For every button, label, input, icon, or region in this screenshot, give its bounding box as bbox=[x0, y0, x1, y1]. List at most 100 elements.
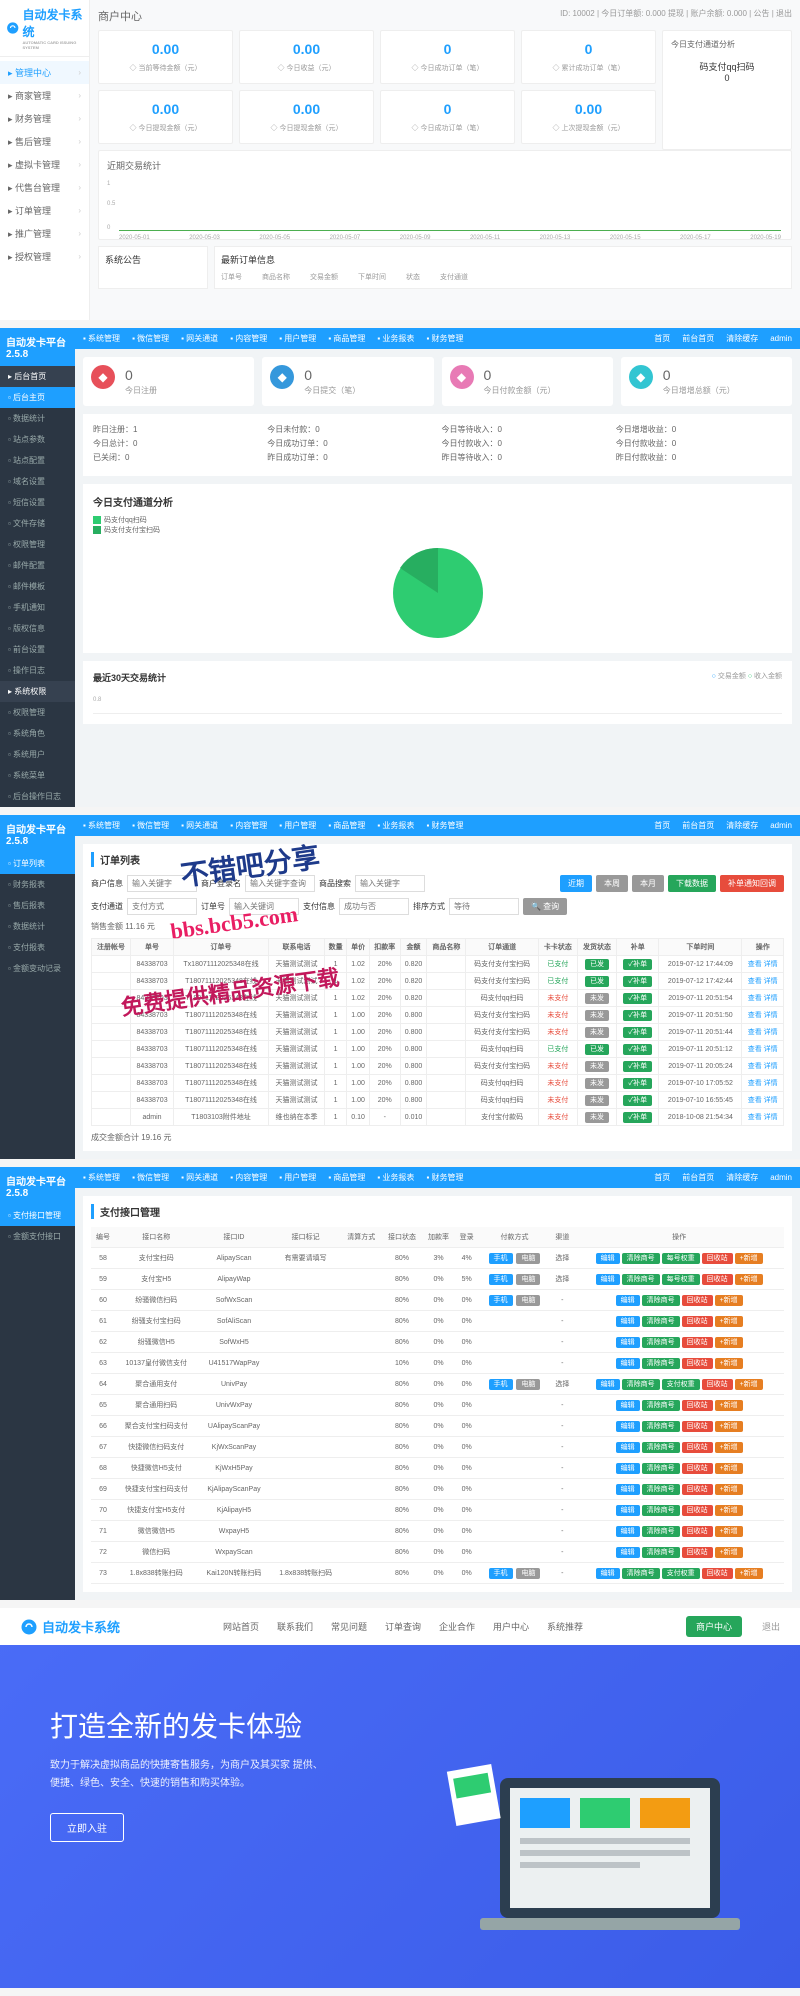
sidebar-item[interactable]: ▫ 邮件配置 bbox=[0, 555, 75, 576]
topnav-right-item[interactable]: admin bbox=[770, 1173, 792, 1182]
filter-input[interactable] bbox=[449, 898, 519, 915]
action-button[interactable]: 清除商号 bbox=[642, 1337, 680, 1348]
sidebar-item[interactable]: ▫ 后台操作日志 bbox=[0, 786, 75, 807]
sidebar-item[interactable]: ▫ 短信设置 bbox=[0, 492, 75, 513]
sidebar-item[interactable]: ▫ 数据统计 bbox=[0, 408, 75, 429]
action-button[interactable]: 每号权重 bbox=[662, 1274, 700, 1285]
topnav-right-item[interactable]: 首页 bbox=[654, 333, 670, 344]
cta-button[interactable]: 立即入驻 bbox=[50, 1813, 124, 1842]
action-button[interactable]: +新增 bbox=[715, 1295, 743, 1306]
sidebar-item[interactable]: ▫ 系统角色 bbox=[0, 723, 75, 744]
sidebar-item[interactable]: ▫ 前台设置 bbox=[0, 639, 75, 660]
action-button[interactable]: 清除商号 bbox=[642, 1295, 680, 1306]
action-button[interactable]: 清除商号 bbox=[642, 1505, 680, 1516]
action-button[interactable]: 回收站 bbox=[702, 1379, 733, 1390]
action-button[interactable]: 编辑 bbox=[616, 1526, 640, 1537]
action-button[interactable]: 回收站 bbox=[682, 1358, 713, 1369]
action-button[interactable]: 清除商号 bbox=[642, 1547, 680, 1558]
topnav-item[interactable]: ▪ 系统管理 bbox=[83, 333, 120, 344]
action-button[interactable]: 清除商号 bbox=[622, 1568, 660, 1579]
action-button[interactable]: 编辑 bbox=[616, 1421, 640, 1432]
search-button[interactable]: 🔍 查询 bbox=[523, 898, 567, 915]
topnav-item[interactable]: ▪ 内容管理 bbox=[230, 820, 267, 831]
filter-button[interactable]: 近期 bbox=[560, 875, 592, 892]
filter-button[interactable]: 本周 bbox=[596, 875, 628, 892]
topnav-right-item[interactable]: 清除缓存 bbox=[726, 820, 758, 831]
action-button[interactable]: 编辑 bbox=[616, 1337, 640, 1348]
filter-input[interactable] bbox=[127, 898, 197, 915]
topnav-item[interactable]: ▪ 财务管理 bbox=[426, 820, 463, 831]
topnav-item[interactable]: ▪ 用户管理 bbox=[279, 1172, 316, 1183]
topnav-item[interactable]: ▪ 商品管理 bbox=[328, 333, 365, 344]
action-button[interactable]: 编辑 bbox=[616, 1400, 640, 1411]
sidebar-item[interactable]: ▫ 站点参数 bbox=[0, 429, 75, 450]
sidebar-item[interactable]: ▸ 管理中心› bbox=[0, 61, 89, 84]
sidebar-item[interactable]: ▫ 支付接口管理 bbox=[0, 1205, 75, 1226]
topnav-item[interactable]: ▪ 网关通道 bbox=[181, 820, 218, 831]
action-button[interactable]: 编辑 bbox=[616, 1442, 640, 1453]
action-button[interactable]: 回收站 bbox=[682, 1421, 713, 1432]
topnav-right-item[interactable]: 前台首页 bbox=[682, 1172, 714, 1183]
sidebar-item[interactable]: ▸ 售后管理› bbox=[0, 130, 89, 153]
action-button[interactable]: 回收站 bbox=[702, 1568, 733, 1579]
sidebar-item[interactable]: ▫ 财务报表 bbox=[0, 874, 75, 895]
action-button[interactable]: 回收站 bbox=[682, 1547, 713, 1558]
action-button[interactable]: +新增 bbox=[735, 1568, 763, 1579]
action-button[interactable]: 回收站 bbox=[682, 1442, 713, 1453]
action-button[interactable]: 编辑 bbox=[616, 1463, 640, 1474]
action-button[interactable]: 编辑 bbox=[616, 1484, 640, 1495]
action-button[interactable]: 回收站 bbox=[682, 1316, 713, 1327]
topnav-right-item[interactable]: 清除缓存 bbox=[726, 1172, 758, 1183]
topnav-item[interactable]: ▪ 微信管理 bbox=[132, 820, 169, 831]
topnav-item[interactable]: ▪ 用户管理 bbox=[279, 333, 316, 344]
nav-link[interactable]: 系统推荐 bbox=[547, 1620, 583, 1633]
action-button[interactable]: +新增 bbox=[715, 1547, 743, 1558]
action-button[interactable]: 编辑 bbox=[596, 1568, 620, 1579]
topnav-right-item[interactable]: admin bbox=[770, 821, 792, 830]
sidebar-item[interactable]: ▫ 权限管理 bbox=[0, 534, 75, 555]
action-button[interactable]: 回收站 bbox=[682, 1526, 713, 1537]
nav-link[interactable]: 订单查询 bbox=[385, 1620, 421, 1633]
sidebar-item[interactable]: ▫ 文件存储 bbox=[0, 513, 75, 534]
merchant-center-button[interactable]: 商户中心 bbox=[686, 1616, 742, 1637]
action-button[interactable]: +新增 bbox=[715, 1400, 743, 1411]
action-button[interactable]: 编辑 bbox=[596, 1379, 620, 1390]
sidebar-group[interactable]: ▸ 系统权限 bbox=[0, 681, 75, 702]
filter-input[interactable] bbox=[339, 898, 409, 915]
action-button[interactable]: 支付权重 bbox=[662, 1379, 700, 1390]
filter-input[interactable] bbox=[127, 875, 197, 892]
sidebar-item[interactable]: ▸ 授权管理› bbox=[0, 245, 89, 268]
action-button[interactable]: +新增 bbox=[715, 1463, 743, 1474]
action-button[interactable]: 编辑 bbox=[616, 1505, 640, 1516]
sidebar-item[interactable]: ▫ 手机通知 bbox=[0, 597, 75, 618]
topnav-item[interactable]: ▪ 财务管理 bbox=[426, 333, 463, 344]
topnav-right-item[interactable]: 前台首页 bbox=[682, 820, 714, 831]
sidebar-item[interactable]: ▫ 邮件模板 bbox=[0, 576, 75, 597]
topnav-item[interactable]: ▪ 网关通道 bbox=[181, 333, 218, 344]
action-button[interactable]: 清除商号 bbox=[642, 1316, 680, 1327]
sidebar-item[interactable]: ▫ 后台主页 bbox=[0, 387, 75, 408]
action-button[interactable]: 回收站 bbox=[682, 1295, 713, 1306]
topnav-item[interactable]: ▪ 商品管理 bbox=[328, 820, 365, 831]
filter-input[interactable] bbox=[229, 898, 299, 915]
action-button[interactable]: 回收站 bbox=[682, 1463, 713, 1474]
exit-link[interactable]: 退出 bbox=[762, 1620, 780, 1633]
topnav-right-item[interactable]: 清除缓存 bbox=[726, 333, 758, 344]
topnav-item[interactable]: ▪ 微信管理 bbox=[132, 333, 169, 344]
action-button[interactable]: +新增 bbox=[715, 1358, 743, 1369]
sidebar-item[interactable]: ▫ 数据统计 bbox=[0, 916, 75, 937]
action-button[interactable]: 清除商号 bbox=[642, 1484, 680, 1495]
action-button[interactable]: 回收站 bbox=[682, 1400, 713, 1411]
sidebar-item[interactable]: ▸ 订单管理› bbox=[0, 199, 89, 222]
topnav-right-item[interactable]: admin bbox=[770, 334, 792, 343]
sidebar-item[interactable]: ▫ 站点配置 bbox=[0, 450, 75, 471]
action-button[interactable]: +新增 bbox=[735, 1253, 763, 1264]
action-button[interactable]: 清除商号 bbox=[622, 1274, 660, 1285]
action-button[interactable]: +新增 bbox=[715, 1442, 743, 1453]
filter-button[interactable]: 补单通知回调 bbox=[720, 875, 784, 892]
action-button[interactable]: 清除商号 bbox=[622, 1253, 660, 1264]
topnav-item[interactable]: ▪ 内容管理 bbox=[230, 333, 267, 344]
action-button[interactable]: 清除商号 bbox=[642, 1463, 680, 1474]
sidebar-item[interactable]: ▫ 金额变动记录 bbox=[0, 958, 75, 979]
topnav-item[interactable]: ▪ 财务管理 bbox=[426, 1172, 463, 1183]
